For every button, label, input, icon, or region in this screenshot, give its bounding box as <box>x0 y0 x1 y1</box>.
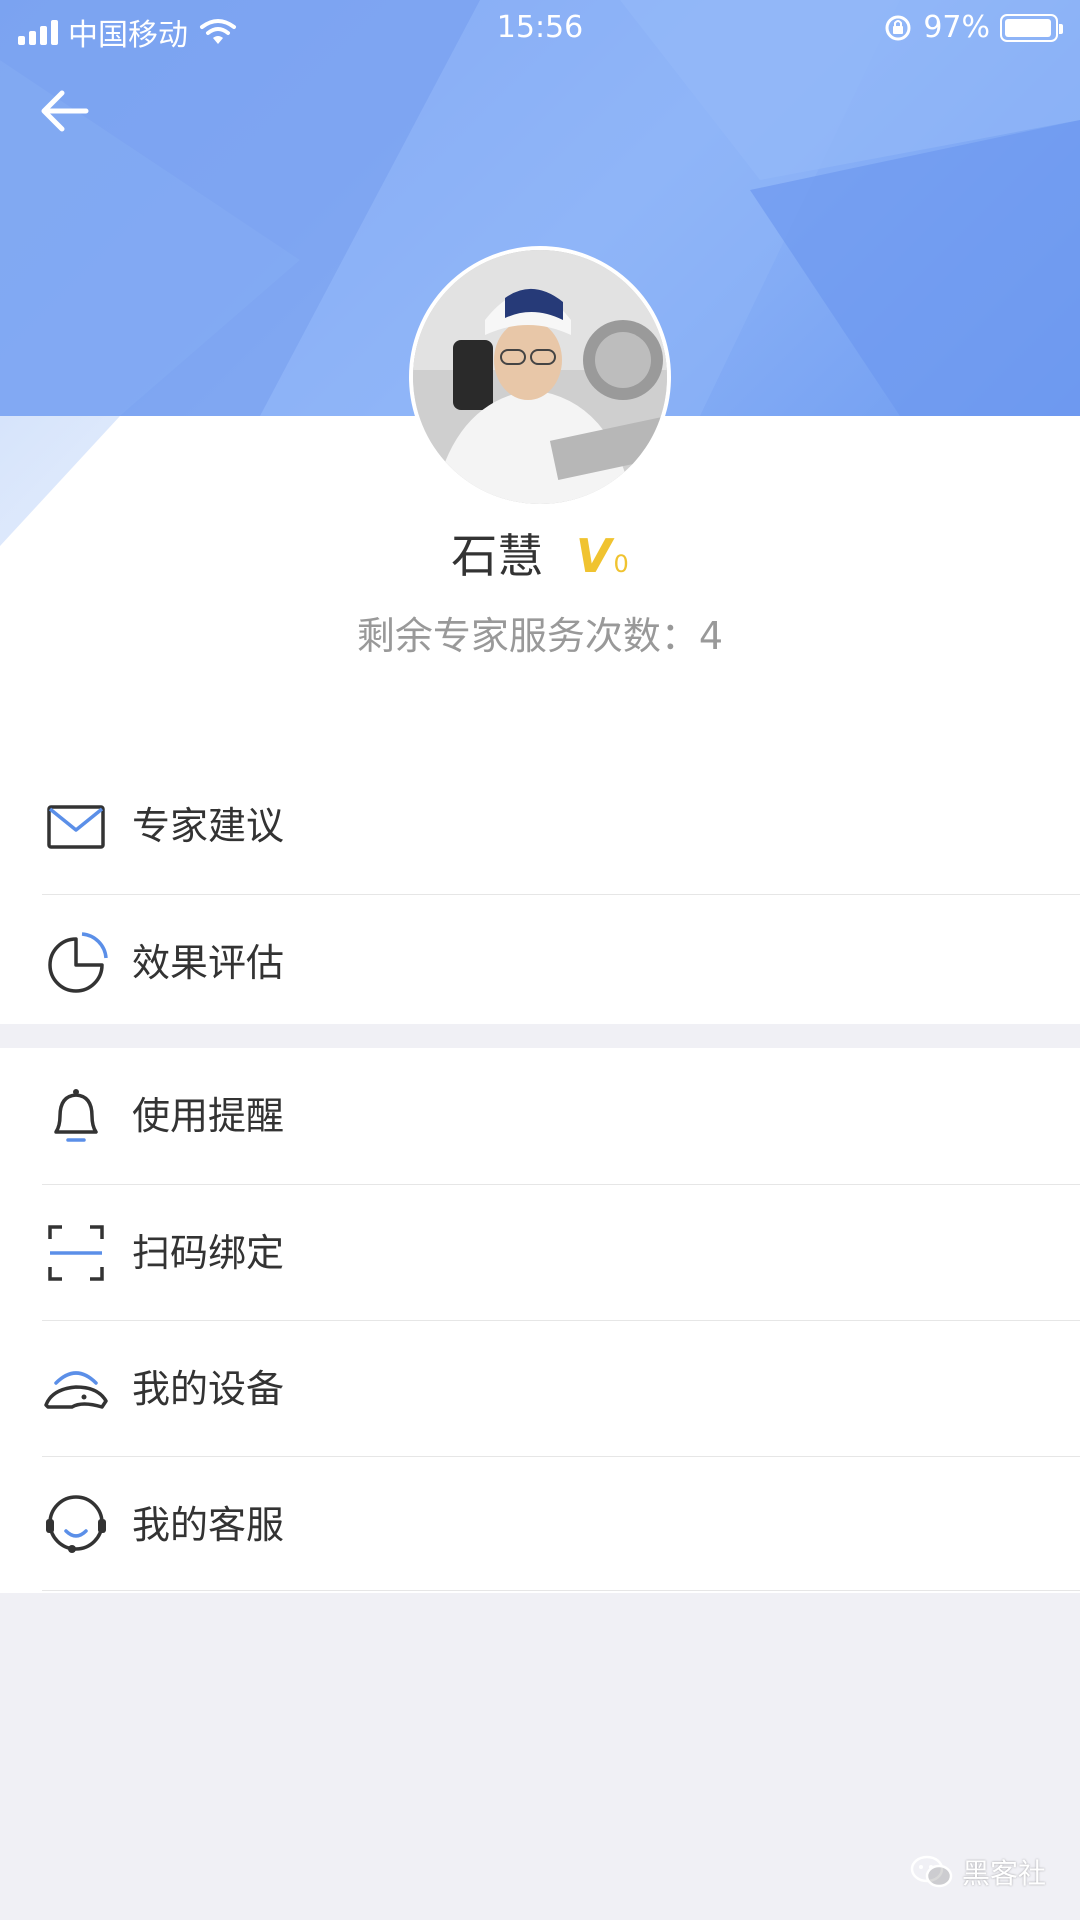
profile-name: 石慧 <box>451 529 544 583</box>
vip-badge-letter: V <box>575 529 612 583</box>
watermark-text: 黑客社 <box>961 1857 1046 1890</box>
menu-item-scan-bind[interactable]: 扫码绑定 <box>0 1185 1080 1321</box>
menu-label: 我的客服 <box>132 1503 285 1547</box>
remaining-services: 剩余专家服务次数：4 <box>0 605 1080 660</box>
rotation-lock-icon <box>885 15 911 40</box>
menu-item-expert-advice[interactable]: 专家建议 <box>0 758 1080 894</box>
avatar[interactable] <box>409 246 671 508</box>
wechat-icon <box>910 1855 953 1888</box>
bell-icon <box>54 1089 98 1142</box>
headset-icon <box>46 1495 106 1553</box>
menu-item-my-device[interactable]: 我的设备 <box>0 1321 1080 1457</box>
arrow-left-icon <box>41 90 89 132</box>
profile-name-row: 石慧 V0 <box>0 520 1080 586</box>
back-button[interactable] <box>36 86 96 136</box>
helmet-icon <box>44 1371 108 1409</box>
menu-label: 使用提醒 <box>132 1094 285 1138</box>
vip-badge: V0 <box>576 529 629 583</box>
menu-item-customer-service[interactable]: 我的客服 <box>0 1457 1080 1593</box>
pie-chart-icon <box>48 932 108 993</box>
section-gap <box>0 1024 1080 1048</box>
battery-percent: 97% <box>923 10 990 45</box>
menu-label: 我的设备 <box>132 1367 285 1411</box>
mail-icon <box>47 805 105 849</box>
menu-label: 扫码绑定 <box>132 1231 285 1275</box>
battery-icon <box>1000 13 1063 42</box>
remaining-label: 剩余专家服务次数： <box>356 614 699 658</box>
menu-item-effect-evaluation[interactable]: 效果评估 <box>0 895 1080 1031</box>
watermark: 黑客社 <box>910 1852 1046 1892</box>
avatar-photo <box>413 250 667 504</box>
divider <box>42 1590 1080 1591</box>
menu-label: 效果评估 <box>132 941 285 985</box>
menu-label: 专家建议 <box>132 804 285 848</box>
menu-item-usage-reminder[interactable]: 使用提醒 <box>0 1048 1080 1184</box>
remaining-count: 4 <box>698 614 724 658</box>
scan-icon <box>48 1225 104 1281</box>
status-right: 97% <box>883 10 1063 45</box>
status-bar: 中国移动 15:56 97% <box>0 0 1080 56</box>
vip-level: 0 <box>613 550 629 578</box>
